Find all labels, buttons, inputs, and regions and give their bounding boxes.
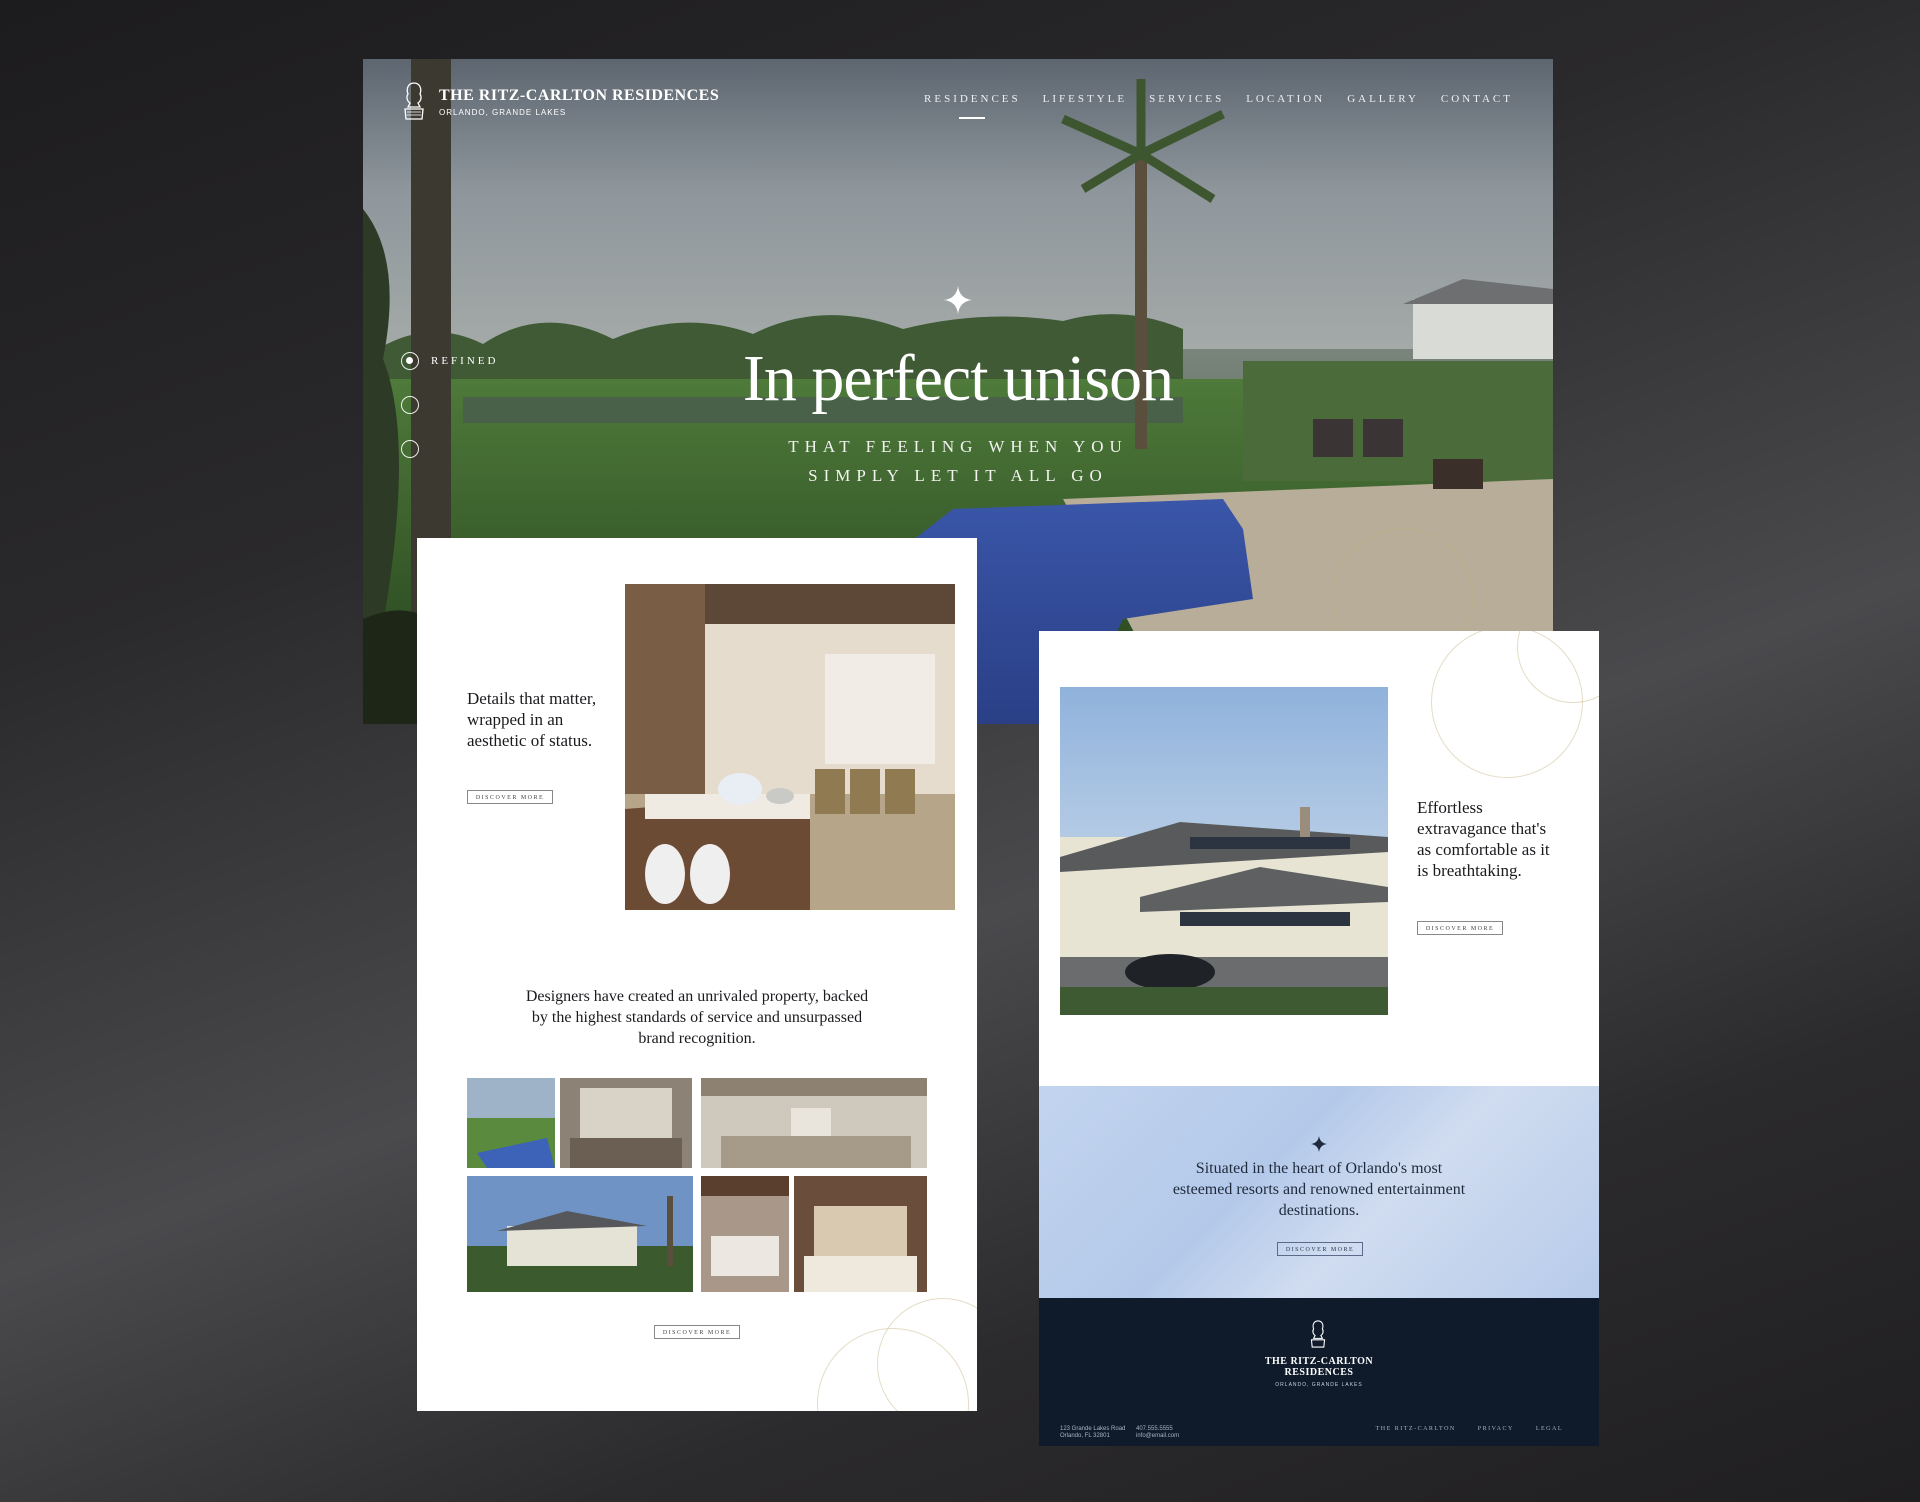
hero-subtitle-line-1: THAT FEELING WHEN YOU: [788, 437, 1128, 456]
slide-dot-1[interactable]: [401, 352, 419, 370]
gallery-image-bedroom[interactable]: [701, 1176, 789, 1292]
footer-email[interactable]: info@email.com: [1136, 1433, 1179, 1440]
decorative-circle: [877, 1298, 977, 1411]
slide-dot-3[interactable]: [401, 440, 419, 458]
brand-location: ORLANDO, GRANDE LAKES: [439, 108, 567, 117]
designers-paragraph: Designers have created an unrivaled prop…: [525, 988, 869, 1047]
slide-dot-2[interactable]: [401, 396, 419, 414]
hero-subtitle: THAT FEELING WHEN YOU SIMPLY LET IT ALL …: [363, 432, 1553, 490]
footer-address: 123 Grande Lakes Road Orlando, FL 32801: [1060, 1426, 1125, 1440]
slide-dot-row-3[interactable]: [401, 427, 498, 471]
nav-services[interactable]: SERVICES: [1149, 93, 1224, 105]
footer-brand-location: ORLANDO, GRANDE LAKES: [1275, 1382, 1363, 1388]
main-nav: RESIDENCES LIFESTYLE SERVICES LOCATION G…: [924, 93, 1513, 105]
gallery-image-lounge[interactable]: [794, 1176, 927, 1292]
right-page-mockup: Effortless extravagance that's as comfor…: [1039, 631, 1599, 1446]
brand-name: THE RITZ-CARLTON RESIDENCES: [439, 87, 720, 104]
discover-more-button-3[interactable]: DISCOVER MORE: [1417, 921, 1503, 935]
footer-brand-name: THE RITZ-CARLTON RESIDENCES: [1039, 1356, 1599, 1378]
gallery-image-pool[interactable]: [467, 1078, 555, 1168]
left-page-mockup: Details that matter, wrapped in an aesth…: [417, 538, 977, 1411]
footer-brand-line-2: RESIDENCES: [1284, 1367, 1354, 1378]
situated-paragraph: Situated in the heart of Orlando's most …: [1172, 1160, 1466, 1219]
house-exterior-image: [1060, 687, 1388, 1015]
footer-link-legal[interactable]: LEGAL: [1536, 1426, 1563, 1432]
nav-gallery[interactable]: GALLERY: [1347, 93, 1419, 105]
footer-brand-line-1: THE RITZ-CARLTON: [1264, 1356, 1374, 1367]
sparkle-star-icon: [1311, 1136, 1327, 1152]
discover-more-button-1[interactable]: DISCOVER MORE: [467, 790, 553, 804]
footer-phone[interactable]: 407.555.5555: [1136, 1426, 1179, 1433]
footer-link-ritz-carlton[interactable]: THE RITZ-CARLTON: [1376, 1426, 1456, 1432]
brand-logo[interactable]: THE RITZ-CARLTON RESIDENCES ORLANDO, GRA…: [399, 79, 719, 123]
nav-contact[interactable]: CONTACT: [1441, 93, 1513, 105]
discover-more-button-2[interactable]: DISCOVER MORE: [654, 1325, 740, 1339]
hero-title: In perfect unison: [742, 342, 1174, 415]
slide-dot-row-1[interactable]: REFINED: [401, 339, 498, 383]
footer-address-line-2: Orlando, FL 32801: [1060, 1433, 1110, 1439]
site-footer: THE RITZ-CARLTON RESIDENCES ORLANDO, GRA…: [1039, 1298, 1599, 1446]
gallery-image-dining-room[interactable]: [701, 1078, 927, 1168]
slide-label-1: REFINED: [431, 355, 499, 367]
slide-indicator: REFINED: [401, 339, 498, 471]
gallery-image-living-room[interactable]: [560, 1078, 692, 1168]
nav-location[interactable]: LOCATION: [1246, 93, 1325, 105]
footer-contact: 407.555.5555 info@email.com: [1136, 1426, 1179, 1440]
effortless-heading: Effortless extravagance that's as comfor…: [1417, 798, 1550, 880]
details-heading: Details that matter, wrapped in an aesth…: [467, 689, 597, 750]
nav-lifestyle[interactable]: LIFESTYLE: [1043, 93, 1127, 105]
kitchen-interior-image: [625, 584, 955, 910]
lion-crown-logo-icon: [404, 82, 424, 120]
footer-address-line-1: 123 Grande Lakes Road: [1060, 1426, 1126, 1432]
hero-subtitle-line-2: SIMPLY LET IT ALL GO: [808, 466, 1108, 485]
footer-links: THE RITZ-CARLTON PRIVACY LEGAL: [1376, 1426, 1563, 1432]
discover-more-button-4[interactable]: DISCOVER MORE: [1277, 1242, 1363, 1256]
gallery-image-residence-exterior[interactable]: [467, 1176, 693, 1292]
sparkle-star-icon: [944, 286, 972, 314]
location-band: Situated in the heart of Orlando's most …: [1039, 1086, 1599, 1298]
nav-residences[interactable]: RESIDENCES: [924, 93, 1021, 105]
lion-crown-logo-icon: [1310, 1320, 1326, 1348]
slide-dot-row-2[interactable]: [401, 383, 498, 427]
footer-link-privacy[interactable]: PRIVACY: [1478, 1426, 1514, 1432]
